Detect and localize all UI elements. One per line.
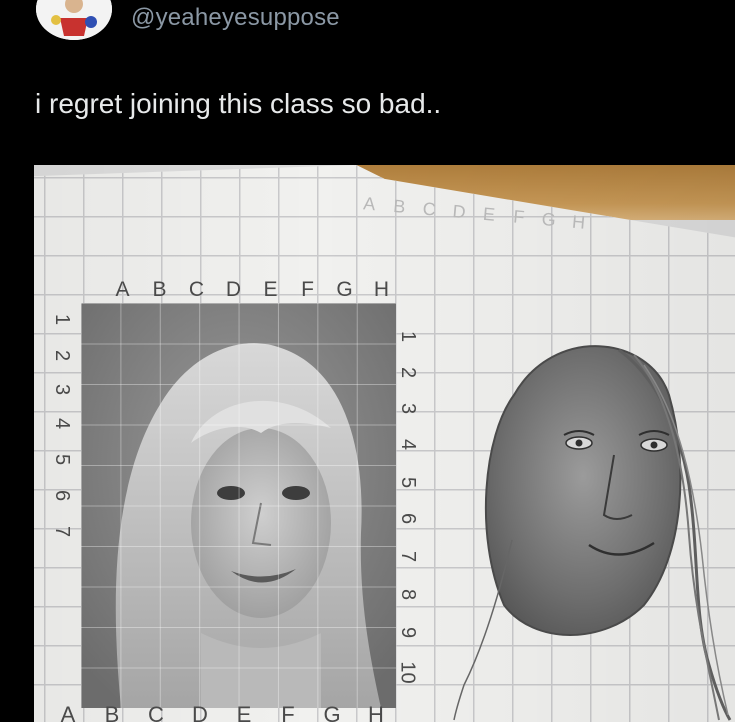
row-number: 7 bbox=[397, 550, 420, 563]
post-photo[interactable]: ABCDEFGH A B C D E F G H 1 2 3 4 5 6 7 1… bbox=[34, 165, 735, 722]
column-letter: C bbox=[148, 702, 164, 722]
row-number: 1 bbox=[397, 330, 420, 343]
column-letter: D bbox=[225, 278, 242, 301]
row-number: 5 bbox=[51, 453, 74, 466]
column-letter: H bbox=[373, 278, 390, 301]
row-number: 9 bbox=[397, 626, 420, 639]
row-number: 2 bbox=[51, 349, 74, 362]
column-letter: F bbox=[281, 702, 295, 722]
row-number: 4 bbox=[51, 417, 74, 430]
faint-letter: E bbox=[482, 203, 496, 225]
faint-letter: A bbox=[362, 193, 377, 215]
row-number: 3 bbox=[397, 402, 420, 415]
row-number: 6 bbox=[51, 489, 74, 502]
user-handle[interactable]: @yeaheyesuppose bbox=[131, 4, 340, 32]
row-number: 4 bbox=[397, 438, 420, 451]
portrait-grid-overlay bbox=[81, 303, 396, 708]
faint-letter: B bbox=[392, 195, 407, 217]
column-letter: C bbox=[188, 278, 205, 301]
faint-letter: G bbox=[540, 208, 557, 231]
reference-portrait bbox=[81, 303, 396, 708]
row-number: 7 bbox=[51, 525, 74, 538]
column-letter: D bbox=[192, 702, 208, 722]
row-number: 8 bbox=[397, 588, 420, 601]
row-number: 2 bbox=[397, 366, 420, 379]
faint-letter: H bbox=[571, 211, 586, 233]
row-number: 5 bbox=[397, 476, 420, 489]
column-letter: A bbox=[115, 278, 130, 301]
post-text: i regret joining this class so bad.. bbox=[35, 88, 442, 119]
column-letter: E bbox=[263, 278, 278, 301]
row-number: 6 bbox=[397, 512, 420, 525]
column-letter: F bbox=[301, 278, 314, 301]
avatar[interactable] bbox=[36, 0, 112, 40]
row-number: 1 bbox=[51, 313, 74, 326]
column-letter: G bbox=[323, 702, 341, 722]
pencil-drawing-icon bbox=[453, 345, 732, 721]
avatar-illustration-icon bbox=[36, 0, 112, 40]
column-letter: E bbox=[236, 702, 252, 722]
column-letter: A bbox=[60, 702, 76, 722]
portrait-bottom-letters: A B C D E F G H bbox=[46, 702, 398, 722]
column-letter: G bbox=[336, 278, 353, 301]
faint-letter: F bbox=[512, 206, 526, 228]
column-letter: H bbox=[368, 702, 384, 722]
faint-letter: C bbox=[421, 198, 437, 220]
row-number: 3 bbox=[51, 383, 74, 396]
row-number: 10 bbox=[396, 661, 419, 684]
portrait-top-letters: ABCDEFGH bbox=[104, 278, 400, 302]
column-letter: B bbox=[152, 278, 167, 301]
column-letter: B bbox=[104, 702, 120, 722]
faint-letter: D bbox=[451, 201, 467, 223]
